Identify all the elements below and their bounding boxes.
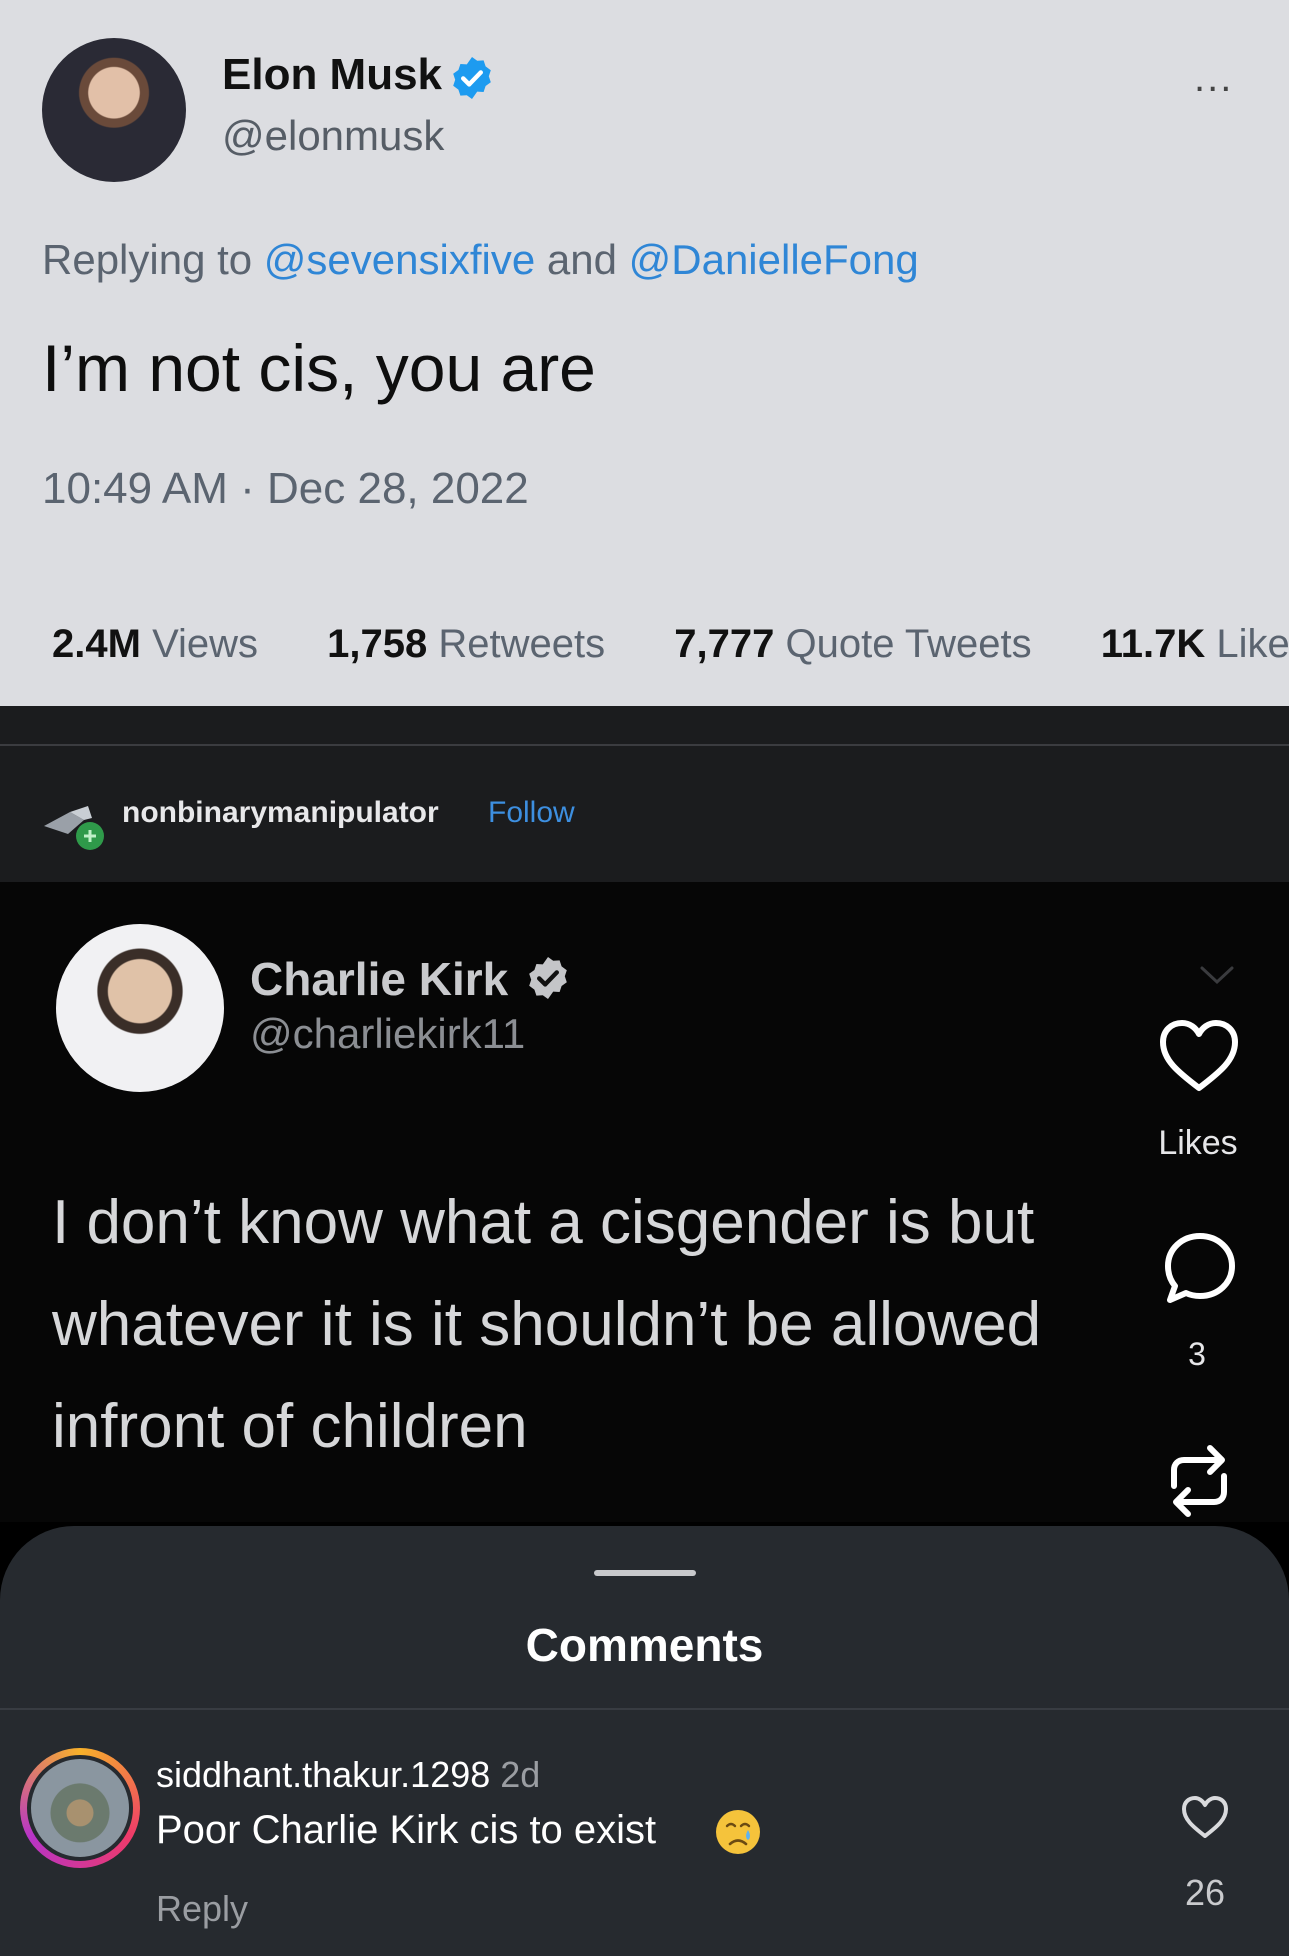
charlie-avatar[interactable] [56,924,224,1092]
divider [0,1708,1289,1710]
comment-text: Poor Charlie Kirk cis to exist [156,1808,657,1852]
reply-button[interactable]: Reply [156,1888,248,1930]
replying-to-line: Replying to @sevensixfive and @DanielleF… [42,236,919,284]
chevron-down-icon[interactable] [1196,960,1238,990]
follow-button[interactable]: Follow [488,796,575,830]
stat-views[interactable]: 2.4M Views [52,622,258,666]
comment-header: siddhant.thakur.1298 2d [156,1754,540,1796]
more-options-icon[interactable]: ... [1194,56,1233,101]
crying-face-emoji-icon [716,1810,760,1854]
commenter-avatar[interactable] [27,1755,133,1861]
stat-quote-tweets[interactable]: 7,777 Quote Tweets [674,622,1031,666]
comment-like-heart-icon[interactable] [1180,1794,1230,1840]
verified-badge-icon [453,57,491,99]
comment-time: 2d [500,1754,541,1795]
comments-title: Comments [525,1619,764,1671]
mention-daniellefong[interactable]: @DanielleFong [629,236,919,283]
repost-icon[interactable] [1160,1442,1238,1520]
heart-icon[interactable] [1158,1018,1240,1094]
elon-tweet-card: Elon Musk @elonmusk ... Replying to @sev… [0,0,1289,706]
elon-handle[interactable]: @elonmusk [222,112,444,160]
comment-count: 3 [1188,1336,1206,1372]
commenter-username[interactable]: siddhant.thakur.1298 [156,1754,490,1795]
elon-name[interactable]: Elon Musk [222,50,442,100]
elon-avatar[interactable] [42,38,186,182]
charlie-handle[interactable]: @charliekirk11 [250,1010,525,1058]
mention-sevensixfive[interactable]: @sevensixfive [264,236,535,283]
repost-username[interactable]: nonbinarymanipulator [122,796,439,830]
repost-user-avatar-icon[interactable] [40,790,106,856]
comment-icon[interactable] [1162,1230,1238,1306]
charlie-name[interactable]: Charlie Kirk [250,952,508,1006]
stat-retweets[interactable]: 1,758 Retweets [327,622,605,666]
charlie-tweet-text: I don’t know what a cisgender is but wha… [52,1188,1042,1461]
tweet-timestamp[interactable]: 10:49 AM · Dec 28, 2022 [42,464,529,514]
tweet-stats: 2.4M Views 1,758 Retweets 7,777 Quote Tw… [52,622,1289,667]
repost-bar [0,706,1289,882]
likes-label: Likes [1158,1124,1238,1162]
replying-prefix: Replying to [42,236,264,283]
stat-likes[interactable]: 11.7K Like [1101,622,1289,666]
divider [0,744,1289,746]
replying-and: and [535,236,629,283]
comment-like-count: 26 [1184,1872,1226,1913]
elon-tweet-text: I’m not cis, you are [42,331,596,405]
sheet-drag-handle[interactable] [594,1570,696,1576]
charlie-tweet-card: Charlie Kirk @charliekirk11 I don’t know… [0,882,1289,1522]
verified-badge-icon [529,957,567,999]
comments-sheet: Comments siddhant.thakur.1298 2d Poor Ch… [0,1526,1289,1956]
